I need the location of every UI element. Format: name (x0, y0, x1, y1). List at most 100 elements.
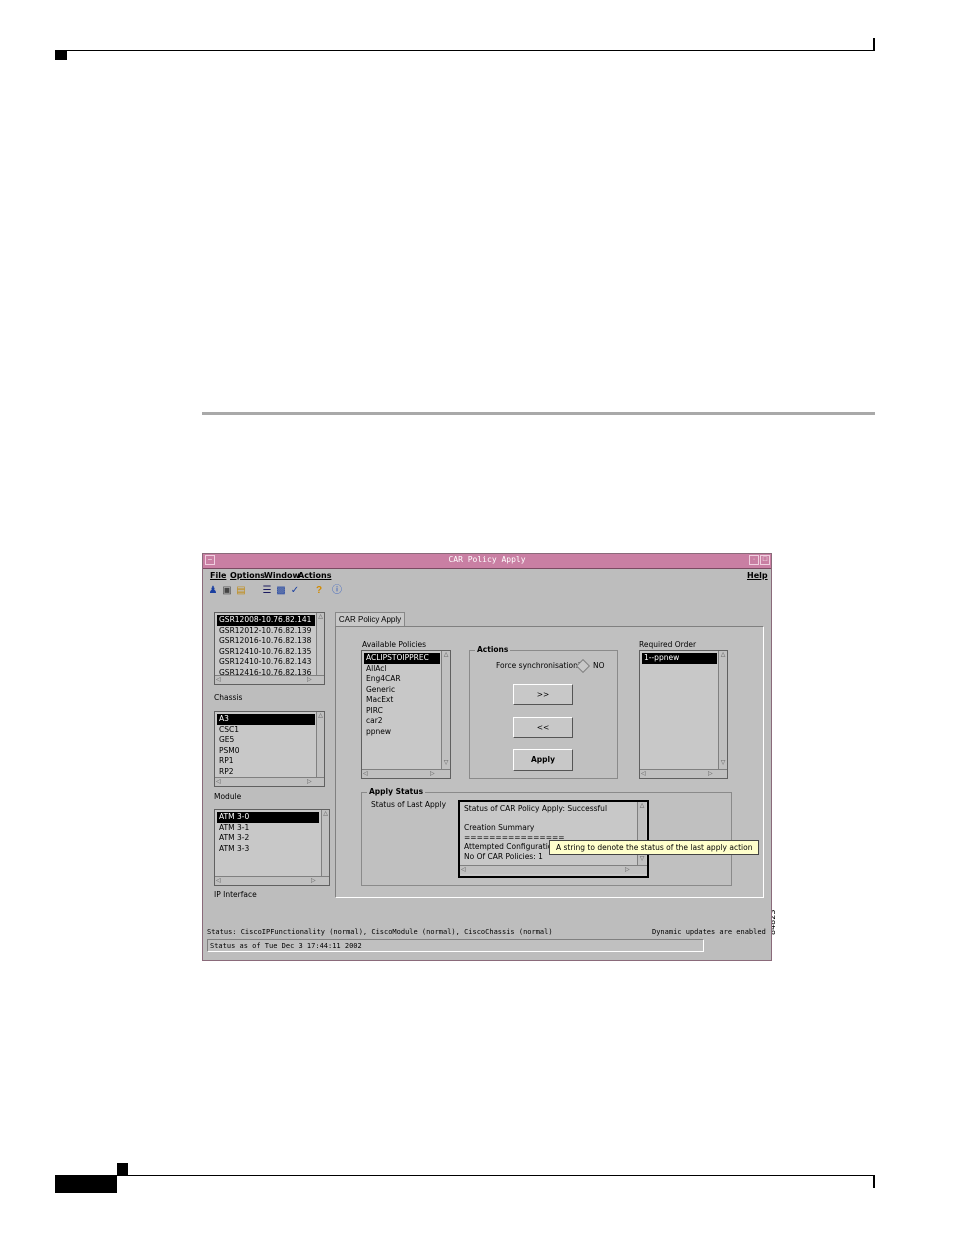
available-policy-item[interactable]: MacExt (364, 695, 440, 706)
scroll-left-icon[interactable]: ◁ (641, 770, 646, 778)
status-line: Status of CAR Policy Apply: Successful (464, 804, 608, 813)
required-items: 1--ppnew (642, 653, 717, 664)
force-sync-value: NO (593, 661, 605, 670)
module-list-item[interactable]: A3 (217, 714, 315, 725)
interface-list-item[interactable]: ATM 3-3 (217, 844, 319, 855)
available-hscroll[interactable]: ◁ ▷ (362, 769, 450, 778)
available-items: ACLIPSTOIPPREC AllAcl Eng4CAR Generic MacExt… (364, 653, 440, 737)
module-list-item[interactable]: PSM0 (217, 746, 315, 757)
available-vscroll[interactable]: △ ▽ (441, 651, 450, 769)
scroll-left-icon[interactable]: ◁ (461, 866, 466, 874)
required-vscroll[interactable]: △ ▽ (718, 651, 727, 769)
required-order-list[interactable]: 1--ppnew △ ▽ ◁ ▷ (639, 650, 728, 779)
minimize-button[interactable]: · (749, 555, 759, 565)
help-icon[interactable]: ? (313, 585, 325, 597)
users-icon[interactable]: ♟ (207, 585, 219, 597)
chassis-vscroll[interactable]: △ (316, 613, 324, 675)
scroll-down-icon[interactable]: ▽ (442, 759, 450, 767)
actions-label: Actions (475, 645, 511, 654)
maximize-button[interactable]: □ (760, 555, 770, 565)
scroll-left-icon[interactable]: ◁ (216, 778, 221, 786)
module-hscroll[interactable]: ◁ ▷ (215, 777, 324, 786)
available-policy-item[interactable]: Generic (364, 685, 440, 696)
scroll-right-icon[interactable]: ▷ (625, 866, 630, 874)
list-icon[interactable]: ☰ (261, 585, 273, 597)
chassis-hscroll[interactable]: ◁ ▷ (215, 675, 324, 684)
window-title: CAR Policy Apply (448, 555, 526, 564)
scroll-left-icon[interactable]: ◁ (216, 877, 221, 885)
apply-status-text[interactable]: Status of CAR Policy Apply: Successful Cr… (458, 800, 649, 878)
scroll-up-icon[interactable]: △ (322, 810, 329, 818)
menu-window[interactable]: Window (264, 571, 300, 580)
module-label: Module (214, 792, 242, 801)
scroll-up-icon[interactable]: △ (638, 802, 646, 810)
module-list-item[interactable]: CSC1 (217, 725, 315, 736)
module-list-item[interactable]: RP2 (217, 767, 315, 778)
module-vscroll[interactable]: △ (316, 712, 324, 777)
chassis-list-item[interactable]: GSR12410-10.76.82.143 (217, 657, 315, 668)
scroll-right-icon[interactable]: ▷ (708, 770, 713, 778)
available-policy-item[interactable]: AllAcl (364, 664, 440, 675)
status-hscroll[interactable]: ◁ ▷ (460, 865, 647, 874)
status-tooltip: A string to denote the status of the las… (549, 840, 760, 855)
scroll-right-icon[interactable]: ▷ (307, 778, 312, 786)
chassis-list[interactable]: GSR12008-10.76.82.141 GSR12012-10.76.82.1… (214, 612, 325, 685)
menu-actions[interactable]: Actions (298, 571, 331, 580)
interface-hscroll[interactable]: ◁ ▷ (215, 876, 329, 885)
apply-button[interactable]: Apply (513, 749, 573, 771)
scroll-up-icon[interactable]: △ (719, 651, 727, 659)
menu-help[interactable]: Help (747, 571, 768, 580)
module-list-item[interactable]: GE5 (217, 735, 315, 746)
chassis-list-item[interactable]: GSR12016-10.76.82.138 (217, 636, 315, 647)
available-policy-item[interactable]: ppnew (364, 727, 440, 738)
scroll-down-icon[interactable]: ▽ (638, 855, 646, 863)
available-policies-list[interactable]: ACLIPSTOIPPREC AllAcl Eng4CAR Generic MacExt… (361, 650, 451, 779)
module-list[interactable]: A3 CSC1 GE5 PSM0 RP1 RP2 △ ◁ ▷ (214, 711, 325, 787)
status-last-apply-label: Status of Last Apply (371, 800, 447, 809)
chart-icon[interactable]: ▩ (275, 585, 287, 597)
folder-icon[interactable]: ▤ (235, 585, 247, 597)
required-order-item[interactable]: 1--ppnew (642, 653, 717, 664)
required-order-label: Required Order (639, 640, 697, 649)
menu-options[interactable]: Options (230, 571, 265, 580)
add-policy-button[interactable]: >> (513, 684, 573, 705)
header-marker (55, 51, 67, 60)
menu-file[interactable]: File (210, 571, 226, 580)
check-icon[interactable]: ✓ (289, 585, 301, 597)
required-hscroll[interactable]: ◁ ▷ (640, 769, 727, 778)
status-as-of-text: Status as of Tue Dec 3 17:44:11 2002 (210, 942, 362, 950)
scroll-left-icon[interactable]: ◁ (216, 676, 221, 684)
title-bar[interactable]: – CAR Policy Apply · □ (203, 554, 771, 569)
chassis-list-item[interactable]: GSR12410-10.76.82.135 (217, 647, 315, 658)
remove-policy-button[interactable]: << (513, 717, 573, 738)
devices-icon[interactable]: ▣ (221, 585, 233, 597)
status-vscroll[interactable]: △ ▽ (637, 802, 646, 865)
force-sync-label: Force synchronisation? (496, 661, 582, 670)
footer-rule (55, 1175, 875, 1176)
interface-vscroll[interactable]: △ (321, 810, 329, 876)
info-icon[interactable]: ⓘ (331, 585, 343, 597)
tab-car-policy-apply[interactable]: CAR Policy Apply (335, 612, 405, 626)
scroll-right-icon[interactable]: ▷ (307, 676, 312, 684)
chassis-list-item[interactable]: GSR12008-10.76.82.141 (217, 615, 315, 626)
interface-list-item[interactable]: ATM 3-0 (217, 812, 319, 823)
available-policies-label: Available Policies (362, 640, 427, 649)
available-policy-item[interactable]: Eng4CAR (364, 674, 440, 685)
scroll-up-icon[interactable]: △ (442, 651, 450, 659)
scroll-up-icon[interactable]: △ (317, 613, 324, 621)
available-policy-item[interactable]: car2 (364, 716, 440, 727)
module-items: A3 CSC1 GE5 PSM0 RP1 RP2 (217, 714, 315, 777)
interface-list-item[interactable]: ATM 3-2 (217, 833, 319, 844)
interface-list-item[interactable]: ATM 3-1 (217, 823, 319, 834)
scroll-right-icon[interactable]: ▷ (430, 770, 435, 778)
scroll-left-icon[interactable]: ◁ (363, 770, 368, 778)
scroll-down-icon[interactable]: ▽ (719, 759, 727, 767)
chassis-list-item[interactable]: GSR12012-10.76.82.139 (217, 626, 315, 637)
interface-label: IP Interface (214, 890, 257, 899)
interface-list[interactable]: ATM 3-0 ATM 3-1 ATM 3-2 ATM 3-3 △ ◁ ▷ (214, 809, 330, 886)
scroll-up-icon[interactable]: △ (317, 712, 324, 720)
available-policy-item[interactable]: PIRC (364, 706, 440, 717)
scroll-right-icon[interactable]: ▷ (311, 877, 316, 885)
module-list-item[interactable]: RP1 (217, 756, 315, 767)
available-policy-item[interactable]: ACLIPSTOIPPREC (364, 653, 440, 664)
